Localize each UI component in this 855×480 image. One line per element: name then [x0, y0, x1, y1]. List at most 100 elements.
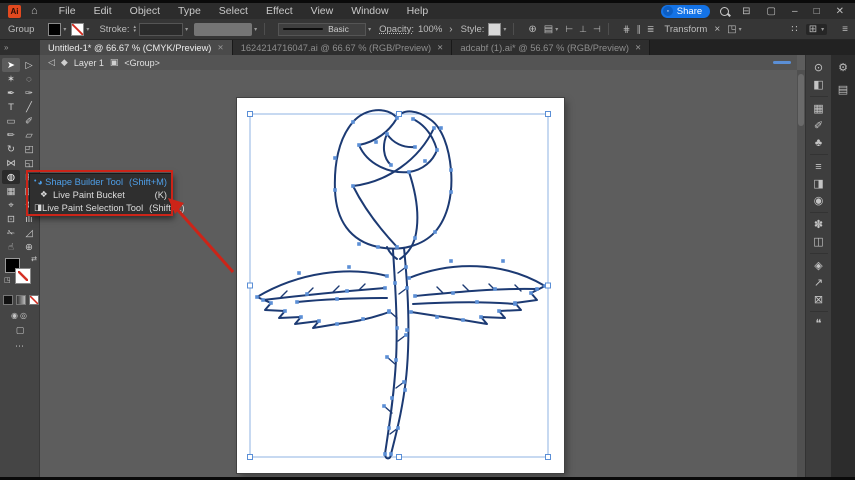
anchor-point[interactable]	[435, 148, 439, 152]
breadcrumb-group[interactable]: <Group>	[124, 58, 160, 68]
variable-width-profile-field[interactable]	[194, 22, 253, 36]
bounding-box-handle[interactable]	[545, 454, 551, 460]
anchor-point[interactable]	[305, 292, 309, 296]
curvature-tool[interactable]: ✑	[20, 86, 38, 100]
direct-selection-tool[interactable]: ▷	[20, 58, 38, 72]
anchor-point[interactable]	[461, 318, 465, 322]
document-tab-1[interactable]: Untitled-1* @ 66.67 % (CMYK/Preview) ✕	[40, 40, 233, 55]
stroke-icon[interactable]: ≡	[810, 158, 828, 175]
symbols-icon[interactable]: ♣	[810, 134, 828, 151]
anchor-point[interactable]	[413, 236, 417, 240]
breadcrumb-layer[interactable]: Layer 1	[74, 58, 104, 68]
anchor-point[interactable]	[255, 295, 259, 299]
bounding-box-handle[interactable]	[545, 282, 551, 289]
line-segment-tool[interactable]: ╱	[20, 100, 38, 114]
live-paint-bucket-item[interactable]: ❖ Live Paint Bucket (K)	[30, 188, 171, 201]
anchor-point[interactable]	[413, 294, 417, 298]
hand-tool[interactable]: ☝	[2, 240, 20, 254]
anchor-point[interactable]	[333, 188, 337, 192]
asset-export-icon[interactable]: ⊠	[810, 291, 828, 308]
anchor-point[interactable]	[374, 140, 378, 144]
menu-object[interactable]: Object	[121, 3, 169, 19]
swap-fill-stroke-icon[interactable]: ⇄	[31, 255, 37, 263]
layers-icon[interactable]: ◈	[810, 257, 828, 274]
color-button[interactable]	[3, 295, 13, 305]
anchor-point[interactable]	[335, 322, 339, 326]
anchor-point[interactable]	[423, 159, 427, 163]
vertical-scrollbar[interactable]	[797, 70, 805, 477]
menu-window[interactable]: Window	[342, 3, 397, 19]
anchor-point[interactable]	[283, 309, 287, 313]
anchor-point[interactable]	[405, 328, 409, 332]
eraser-tool[interactable]: ◿	[20, 226, 38, 240]
bounding-box-handle[interactable]	[545, 111, 551, 117]
minimize-button[interactable]: –	[789, 6, 801, 17]
anchor-point[interactable]	[535, 287, 539, 291]
preferences-dropdown-icon[interactable]: ▾	[555, 26, 558, 33]
distribute-icon-1[interactable]: ⋕	[623, 24, 631, 35]
live-paint-selection-tool-item[interactable]: ◨ Live Paint Selection Tool (Shift+L)	[30, 201, 185, 214]
tab-close-icon[interactable]: ✕	[437, 43, 443, 52]
menu-view[interactable]: View	[302, 3, 343, 19]
anchor-point[interactable]	[413, 145, 417, 149]
bounding-box-handle[interactable]	[396, 111, 402, 117]
opacity-chevron-icon[interactable]: ›	[449, 24, 452, 35]
anchor-point[interactable]	[411, 117, 415, 121]
panel-layout-button[interactable]: ⊞ ▾	[805, 23, 828, 35]
anchor-point[interactable]	[347, 265, 351, 269]
bounding-box-handle[interactable]	[247, 454, 253, 460]
export-icon[interactable]: ↗	[810, 274, 828, 291]
anchor-point[interactable]	[389, 452, 393, 456]
shape-builder-tool-item[interactable]: • ◕ Shape Builder Tool (Shift+M)	[30, 175, 171, 188]
stroke-weight-field[interactable]	[139, 22, 184, 36]
align-icon-2[interactable]: ⊥	[579, 24, 587, 35]
isolate-dropdown-icon[interactable]: ▾	[739, 26, 742, 33]
anchor-point[interactable]	[475, 300, 479, 304]
distribute-icon-2[interactable]: ∥	[636, 24, 641, 35]
panel-menu-icon[interactable]: ≡	[842, 24, 848, 35]
menu-effect[interactable]: Effect	[257, 3, 302, 19]
pen-tool[interactable]: ✒	[2, 86, 20, 100]
anchor-point[interactable]	[297, 271, 301, 275]
anchor-point[interactable]	[439, 126, 443, 130]
bounding-box-icon[interactable]: ×	[714, 24, 720, 35]
style-dropdown-icon[interactable]: ▾	[503, 26, 506, 33]
home-icon[interactable]: ⌂	[31, 5, 38, 17]
menu-file[interactable]: File	[50, 3, 85, 19]
document-tab-2[interactable]: 1624214716047.ai @ 66.67 % (RGB/Preview)…	[232, 40, 453, 55]
anchor-point[interactable]	[513, 302, 517, 306]
anchor-point[interactable]	[357, 242, 361, 246]
anchor-point[interactable]	[395, 245, 399, 249]
anchor-point[interactable]	[376, 245, 380, 249]
free-transform-tool[interactable]: ◱	[20, 156, 38, 170]
anchor-point[interactable]	[404, 265, 408, 269]
anchor-point[interactable]	[393, 281, 397, 285]
bounding-box-handle[interactable]	[396, 454, 402, 460]
anchor-point[interactable]	[404, 333, 408, 337]
transparency-icon[interactable]: ✽	[810, 216, 828, 233]
anchor-point[interactable]	[351, 120, 355, 124]
magic-wand-tool[interactable]: ✶	[2, 72, 20, 86]
anchor-point[interactable]	[493, 287, 497, 291]
swatches-icon[interactable]: ▦	[810, 100, 828, 117]
anchor-point[interactable]	[295, 300, 299, 304]
anchor-point[interactable]	[383, 452, 387, 456]
tab-close-icon[interactable]: ✕	[217, 43, 223, 52]
close-button[interactable]: ✕	[833, 6, 847, 17]
graphic-styles-icon[interactable]: ◧	[810, 76, 828, 93]
anchor-point[interactable]	[501, 259, 505, 263]
style-swatch[interactable]	[488, 22, 502, 36]
document-setup-icon[interactable]: ⊕	[528, 24, 536, 35]
anchor-point[interactable]	[383, 286, 387, 290]
anchor-point[interactable]	[497, 309, 501, 313]
artboard-tool[interactable]: ⊡	[2, 212, 20, 226]
transform-label[interactable]: Transform	[664, 24, 707, 35]
opacity-value[interactable]: 100%	[418, 24, 442, 35]
anchor-point[interactable]	[409, 310, 413, 314]
anchor-point[interactable]	[479, 315, 483, 319]
opacity-label[interactable]: Opacity:	[379, 24, 414, 35]
share-button[interactable]: ◦ Share	[660, 4, 711, 18]
distribute-icon-3[interactable]: ≣	[647, 24, 655, 35]
stroke-dropdown-icon[interactable]: ▾	[86, 26, 89, 33]
anchor-point[interactable]	[385, 355, 389, 359]
